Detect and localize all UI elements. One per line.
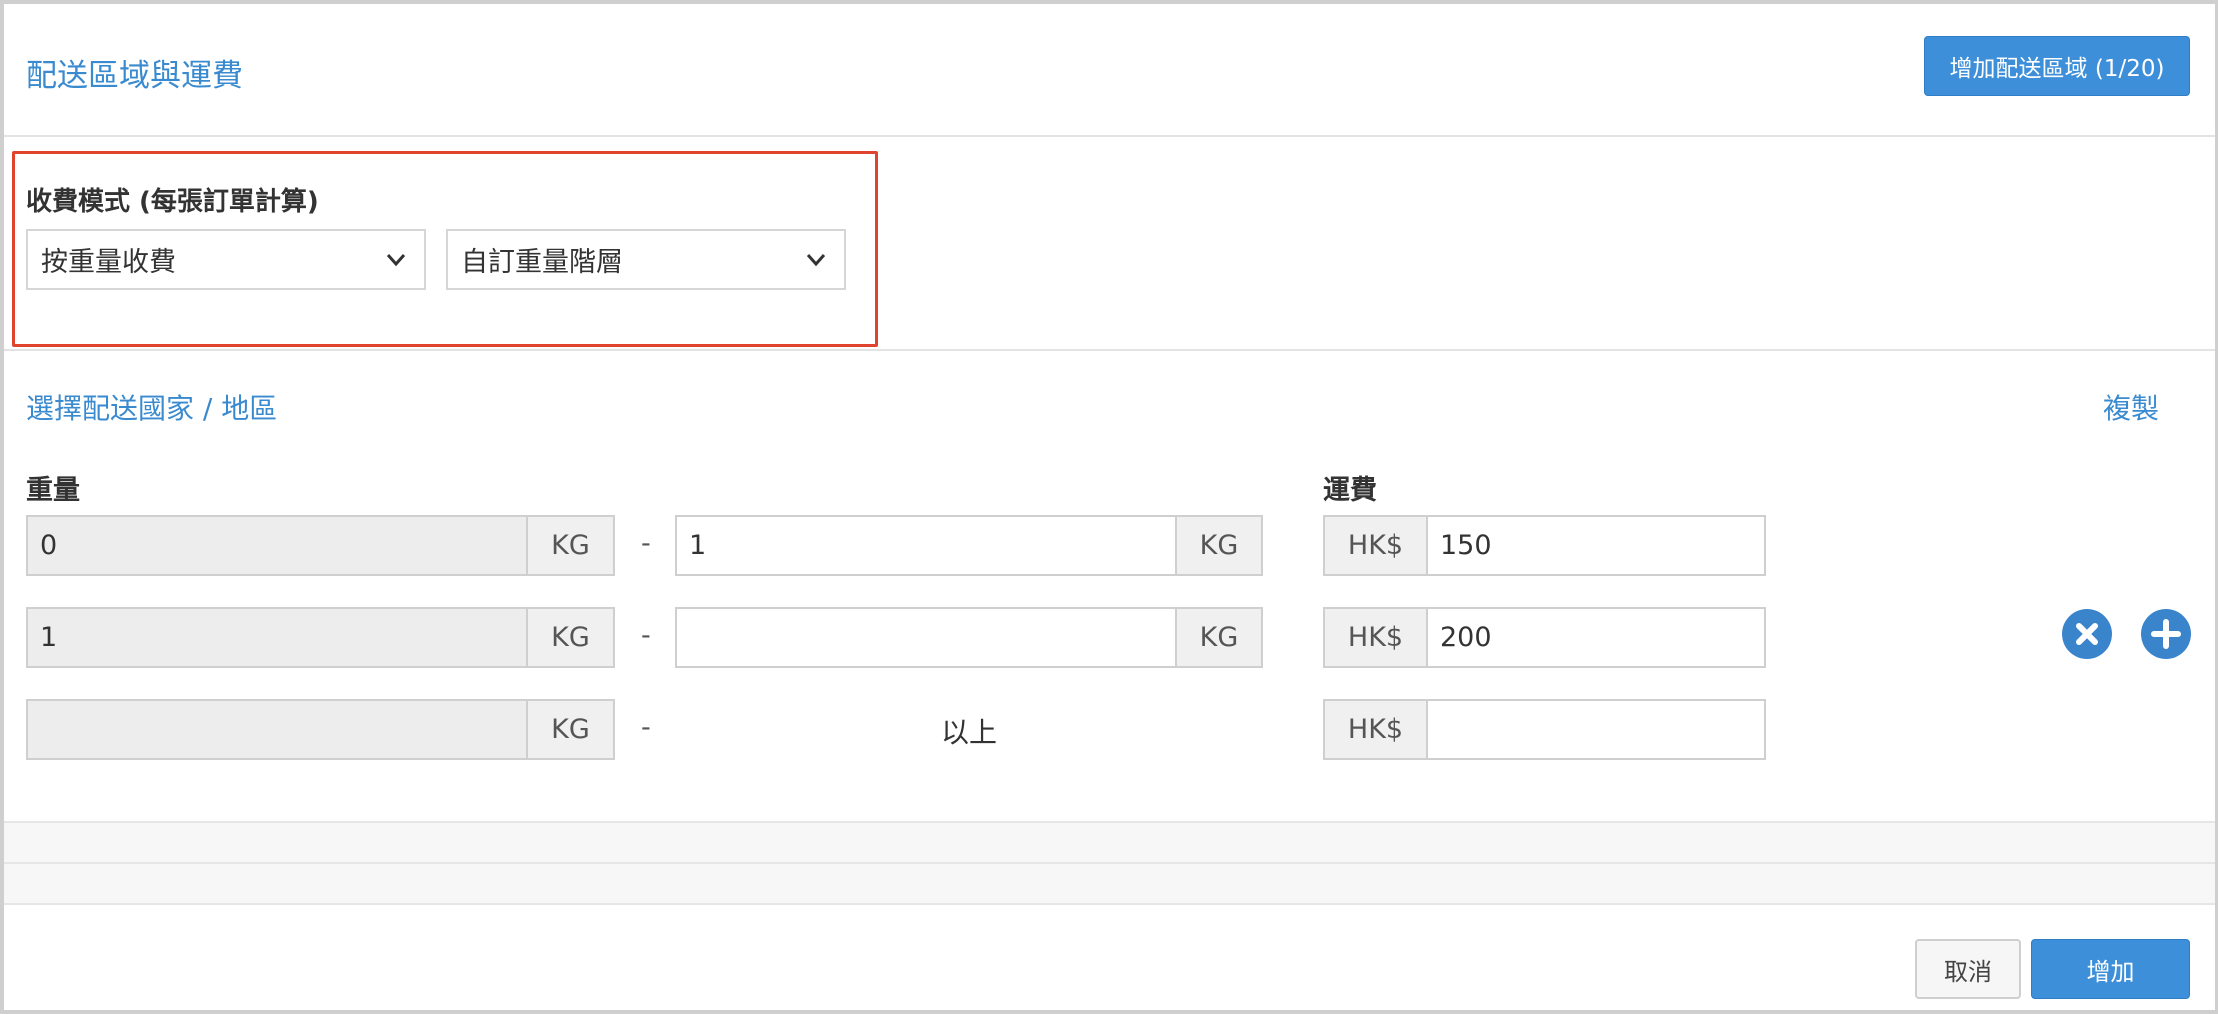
tier-3-from-input bbox=[26, 699, 528, 760]
chevron-down-icon bbox=[386, 254, 406, 267]
tier-1-from-input: 0 bbox=[26, 515, 528, 576]
add-circle-icon bbox=[2151, 619, 2181, 649]
charge-mode-label: 收費模式 (每張訂單計算) bbox=[26, 187, 319, 217]
tier-1-separator: - bbox=[641, 528, 651, 559]
section-divider bbox=[4, 349, 2215, 351]
tier-1-currency: HK$ bbox=[1323, 515, 1428, 576]
tier-2-fee-input[interactable]: 200 bbox=[1426, 607, 1766, 668]
tier-2-to-unit: KG bbox=[1175, 607, 1263, 668]
tier-3-fee-input[interactable] bbox=[1426, 699, 1766, 760]
tier-3-currency: HK$ bbox=[1323, 699, 1428, 760]
copy-link[interactable]: 複製 bbox=[2103, 387, 2159, 427]
tier-2-currency: HK$ bbox=[1323, 607, 1428, 668]
tier-1-fee-input[interactable]: 150 bbox=[1426, 515, 1766, 576]
tier-2-from-input: 1 bbox=[26, 607, 528, 668]
tier-2-to-input[interactable] bbox=[675, 607, 1177, 668]
tier-2-from-unit: KG bbox=[526, 607, 615, 668]
weight-column-label: 重量 bbox=[26, 475, 80, 506]
add-zone-button[interactable]: 增加配送區域 (1/20) bbox=[1924, 36, 2190, 96]
weight-tier-select[interactable]: 自訂重量階層 bbox=[446, 229, 846, 290]
tier-3-above-label: 以上 bbox=[941, 716, 998, 749]
tier-2-separator: - bbox=[641, 620, 651, 651]
header-divider bbox=[4, 135, 2215, 137]
tier-1-from-unit: KG bbox=[526, 515, 615, 576]
charge-mode-select[interactable]: 按重量收費 bbox=[26, 229, 426, 290]
fee-column-label: 運費 bbox=[1323, 475, 1377, 506]
remove-circle-icon bbox=[2076, 623, 2098, 645]
tier-1-to-input[interactable]: 1 bbox=[675, 515, 1177, 576]
add-button[interactable]: 增加 bbox=[2031, 939, 2190, 999]
tier-3-separator: - bbox=[641, 712, 651, 743]
tier-3-from-unit: KG bbox=[526, 699, 615, 760]
band-divider bbox=[4, 862, 2215, 864]
charge-mode-select-value: 按重量收費 bbox=[41, 247, 176, 278]
weight-tier-select-value: 自訂重量階層 bbox=[461, 247, 623, 278]
select-region-link[interactable]: 選擇配送國家 / 地區 bbox=[26, 387, 277, 427]
page-title: 配送區域與運費 bbox=[26, 58, 243, 94]
cancel-button[interactable]: 取消 bbox=[1915, 939, 2021, 999]
chevron-down-icon bbox=[806, 254, 826, 267]
tier-1-to-unit: KG bbox=[1175, 515, 1263, 576]
remove-tier-button[interactable] bbox=[2062, 609, 2112, 659]
add-tier-button[interactable] bbox=[2141, 609, 2191, 659]
